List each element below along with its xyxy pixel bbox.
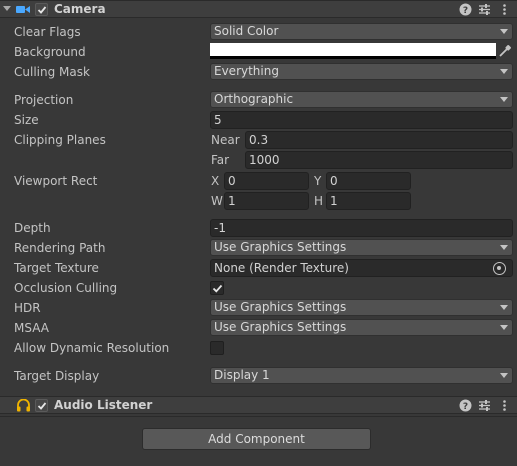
msaa-dropdown[interactable]: Use Graphics Settings xyxy=(210,319,513,336)
projection-dropdown[interactable]: Orthographic xyxy=(210,91,513,108)
camera-enabled-checkbox[interactable] xyxy=(35,3,48,16)
depth-label: Depth xyxy=(14,221,51,235)
object-picker-icon[interactable] xyxy=(493,262,506,275)
allow-dynamic-resolution-label: Allow Dynamic Resolution xyxy=(14,341,170,355)
checkmark-icon xyxy=(37,6,47,14)
more-icon[interactable] xyxy=(498,399,511,412)
background-color-field[interactable] xyxy=(210,43,496,59)
near-label: Near xyxy=(211,133,240,147)
chevron-down-icon xyxy=(500,325,508,330)
camera-component-header[interactable]: Camera ? xyxy=(0,0,517,18)
occlusion-culling-checkbox[interactable] xyxy=(210,281,224,295)
far-input[interactable]: 1000 xyxy=(245,151,513,169)
audio-listener-enabled-checkbox[interactable] xyxy=(35,399,48,412)
hdr-dropdown[interactable]: Use Graphics Settings xyxy=(210,299,513,316)
camera-icon xyxy=(16,6,30,13)
projection-label: Projection xyxy=(14,93,74,107)
viewport-y-label: Y xyxy=(314,174,322,188)
target-texture-label: Target Texture xyxy=(14,261,99,275)
chevron-down-icon xyxy=(500,245,508,250)
viewport-x-label: X xyxy=(211,174,220,188)
far-label: Far xyxy=(211,153,230,167)
occlusion-culling-label: Occlusion Culling xyxy=(14,281,118,295)
background-label: Background xyxy=(14,45,86,59)
svg-text:?: ? xyxy=(463,402,468,412)
viewport-rect-label: Viewport Rect xyxy=(14,174,98,188)
allow-dynamic-resolution-checkbox[interactable] xyxy=(210,341,224,355)
clear-flags-label: Clear Flags xyxy=(14,25,81,39)
rendering-path-dropdown[interactable]: Use Graphics Settings xyxy=(210,239,513,256)
rendering-path-value: Use Graphics Settings xyxy=(214,240,347,254)
msaa-label: MSAA xyxy=(14,321,49,335)
target-texture-value: None (Render Texture) xyxy=(214,261,349,275)
projection-value: Orthographic xyxy=(214,92,294,106)
chevron-down-icon xyxy=(500,29,508,34)
chevron-down-icon xyxy=(500,69,508,74)
eyedropper-icon[interactable] xyxy=(498,44,512,58)
culling-mask-value: Everything xyxy=(214,64,279,78)
presets-icon[interactable] xyxy=(478,3,491,16)
clear-flags-value: Solid Color xyxy=(214,24,279,38)
audio-listener-component-header[interactable]: Audio Listener ? xyxy=(0,396,517,414)
chevron-down-icon xyxy=(500,97,508,102)
svg-text:?: ? xyxy=(463,6,468,16)
hdr-value: Use Graphics Settings xyxy=(214,300,347,314)
size-label: Size xyxy=(14,113,39,127)
viewport-y-input[interactable]: 0 xyxy=(326,172,411,190)
viewport-w-label: W xyxy=(211,194,223,208)
headphones-icon xyxy=(17,399,30,412)
chevron-down-icon xyxy=(500,305,508,310)
rendering-path-label: Rendering Path xyxy=(14,241,106,255)
help-icon[interactable]: ? xyxy=(459,399,472,412)
target-texture-field[interactable]: None (Render Texture) xyxy=(210,259,513,277)
culling-mask-dropdown[interactable]: Everything xyxy=(210,63,513,80)
hdr-label: HDR xyxy=(14,301,41,315)
presets-icon[interactable] xyxy=(478,399,491,412)
msaa-value: Use Graphics Settings xyxy=(214,320,347,334)
help-icon[interactable]: ? xyxy=(459,3,472,16)
clipping-planes-label: Clipping Planes xyxy=(14,133,106,147)
culling-mask-label: Culling Mask xyxy=(14,65,90,79)
viewport-h-input[interactable]: 1 xyxy=(326,192,411,210)
target-display-dropdown[interactable]: Display 1 xyxy=(210,367,513,384)
target-display-value: Display 1 xyxy=(214,368,270,382)
checkmark-icon xyxy=(212,284,223,293)
target-display-label: Target Display xyxy=(14,369,100,383)
size-input[interactable]: 5 xyxy=(210,111,513,129)
viewport-x-input[interactable]: 0 xyxy=(224,172,309,190)
component-title: Camera xyxy=(54,2,106,16)
foldout-arrow-icon[interactable] xyxy=(3,6,11,11)
clear-flags-dropdown[interactable]: Solid Color xyxy=(210,23,513,40)
checkmark-icon xyxy=(37,402,47,410)
near-input[interactable]: 0.3 xyxy=(245,131,513,149)
chevron-down-icon xyxy=(500,373,508,378)
add-component-button[interactable]: Add Component xyxy=(142,428,371,450)
depth-input[interactable]: -1 xyxy=(210,219,513,237)
more-icon[interactable] xyxy=(498,3,511,16)
viewport-h-label: H xyxy=(314,194,324,208)
component-title: Audio Listener xyxy=(54,398,153,412)
viewport-w-input[interactable]: 1 xyxy=(224,192,309,210)
